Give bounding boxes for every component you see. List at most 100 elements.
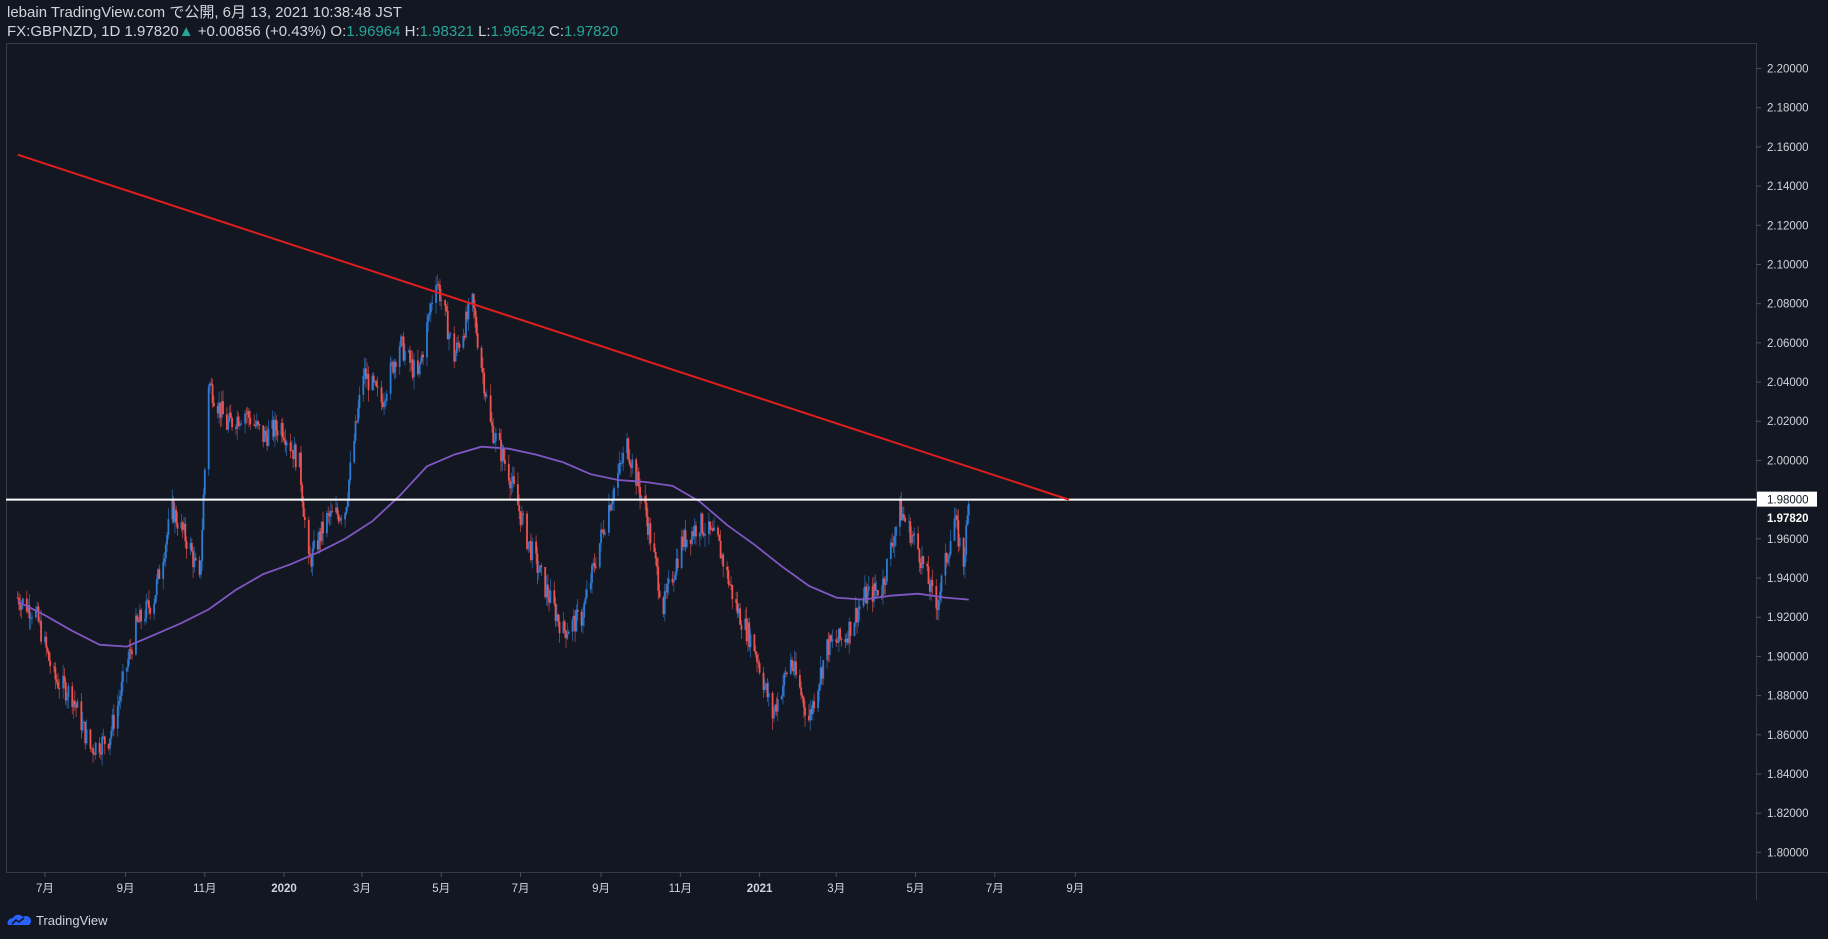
candle-body [144, 618, 146, 622]
candle-body [493, 440, 496, 443]
candle-body [54, 667, 57, 680]
candle-body [131, 650, 133, 655]
time-tick-label: 11月 [669, 883, 692, 895]
candle-body [637, 471, 640, 487]
candle-body [153, 603, 156, 614]
candle-body [912, 535, 914, 537]
candle-body [49, 660, 52, 667]
candle-body [231, 417, 233, 428]
candle-body [628, 459, 631, 465]
price-chart[interactable]: 2.20000 2.18000 2.16000 2.14000 2.12000 2.100… [0, 0, 1828, 939]
candle-body [927, 566, 930, 584]
candle-body [783, 673, 786, 686]
candle-body [754, 651, 757, 655]
candle-body [210, 383, 213, 385]
candle-body [331, 511, 334, 513]
price-axis[interactable]: 2.20000 2.18000 2.16000 2.14000 2.12000 2.100… [1756, 63, 1817, 859]
candle-body [483, 372, 486, 394]
candle-body [426, 322, 428, 358]
candle-body [494, 433, 497, 441]
candle-body [140, 609, 143, 622]
candle-body [344, 513, 347, 520]
price-tick-label: 2.08000 [1767, 299, 1809, 311]
candle-body [380, 387, 383, 403]
candle-body [129, 649, 132, 651]
candle-body [931, 580, 934, 587]
candle-body [698, 532, 701, 537]
candle-body [229, 412, 232, 418]
candle-body [658, 590, 661, 598]
candle-body [164, 544, 167, 559]
candle-body [212, 403, 215, 407]
candle-body [375, 381, 378, 387]
candle-body [958, 537, 961, 547]
candle-body [285, 442, 288, 446]
candle-body [358, 394, 361, 409]
time-axis[interactable]: 7月 9月 11月 2020 3月 5月 7月 9月 11月 2021 3月 5月 7月 9月 [36, 872, 1084, 895]
candle-body [489, 395, 492, 422]
candle-body [776, 699, 779, 712]
price-tick-label: 2.02000 [1767, 416, 1809, 428]
candle-body [98, 742, 101, 753]
candle-body [92, 748, 94, 754]
candle-body [817, 690, 819, 709]
last-price-label: 1.97820 [1767, 513, 1809, 525]
candle-body [726, 566, 729, 571]
candle-body [620, 462, 623, 464]
candle-body [194, 557, 197, 561]
candle-body [857, 609, 860, 623]
price-tick-label: 2.04000 [1767, 377, 1809, 389]
candle-body [935, 586, 938, 609]
candle-body [300, 452, 302, 486]
candle-body [313, 540, 315, 549]
candle-body [549, 590, 552, 603]
time-tick-label: 11月 [193, 883, 216, 895]
candle-body [307, 519, 310, 554]
time-tick-label: 9月 [1066, 883, 1084, 895]
price-tick-label: 1.80000 [1767, 847, 1809, 859]
candle-body [400, 336, 402, 347]
price-tick-label: 1.88000 [1767, 691, 1809, 703]
candle-body [785, 672, 788, 675]
candle-body [244, 413, 246, 424]
candle-body [101, 736, 104, 755]
candle-body [546, 584, 549, 598]
candle-body [40, 620, 42, 642]
candle-body [89, 729, 92, 749]
candle-body [175, 509, 178, 524]
candle-body [398, 346, 401, 368]
candle-body [839, 628, 842, 639]
candle-body [480, 347, 483, 368]
candle-body [937, 599, 940, 610]
candle-body [362, 375, 365, 395]
candle-body [718, 534, 721, 541]
candle-body [858, 606, 861, 610]
drawings-layer [6, 153, 1756, 501]
candle-body [575, 609, 578, 632]
price-tick-label: 1.82000 [1767, 808, 1809, 820]
price-tick-label: 1.84000 [1767, 769, 1809, 781]
candle-body [676, 558, 679, 568]
candle-body [835, 639, 838, 642]
candle-body [311, 548, 314, 567]
candle-body [722, 554, 725, 567]
time-tick-label: 2020 [271, 883, 297, 895]
candle-body [701, 513, 704, 534]
candle-body [326, 513, 328, 534]
candle-body [222, 401, 224, 415]
candle-body [429, 303, 432, 313]
candle-body [47, 651, 50, 661]
candle-body [155, 579, 158, 596]
candle-body [849, 621, 852, 636]
candle-body [663, 591, 666, 615]
price-tick-label: 1.96000 [1767, 534, 1809, 546]
price-tick-label: 2.20000 [1767, 63, 1809, 75]
candle-body [522, 513, 525, 515]
candle-body [449, 333, 452, 335]
candle-body [120, 681, 123, 697]
candle-body [893, 535, 896, 547]
time-tick-label: 7月 [36, 883, 54, 895]
candle-body [645, 502, 648, 517]
candle-body [563, 621, 566, 631]
candle-body [537, 572, 540, 574]
